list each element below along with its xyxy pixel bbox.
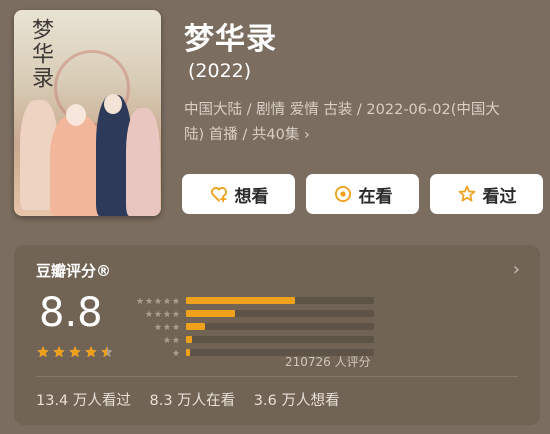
meta-line-2: 陆) 首播 / 共40集 › xyxy=(184,123,540,148)
rating-count: 210726 人评分 xyxy=(285,355,371,369)
meta-line-2-text: 陆) 首播 / 共40集 xyxy=(184,127,300,143)
rating-bar-fill xyxy=(186,336,192,343)
star-icon xyxy=(85,346,97,358)
rating-bar-fill xyxy=(186,323,205,330)
rating-bar-track xyxy=(186,323,374,330)
page-title: 梦华录 xyxy=(184,22,277,57)
watched-label: 看过 xyxy=(482,186,517,207)
rating-bar-track xyxy=(186,297,374,304)
watching-button[interactable]: 在看 xyxy=(306,174,419,214)
mini-star-icon xyxy=(154,297,162,304)
chevron-right-icon[interactable]: › xyxy=(513,259,520,280)
target-icon xyxy=(334,186,351,202)
star-outline-icon xyxy=(458,185,475,202)
mini-stars xyxy=(128,297,180,305)
mini-star-icon xyxy=(163,323,171,330)
star-icon xyxy=(37,346,49,358)
mini-star-icon xyxy=(163,336,171,343)
poster-image[interactable]: 梦华录 xyxy=(14,10,161,216)
mini-star-icon xyxy=(145,297,153,304)
mini-star-icon xyxy=(163,297,171,304)
release-year: (2022) xyxy=(188,60,252,82)
divider xyxy=(36,376,518,377)
star-icon xyxy=(101,346,113,358)
rating-row-4-star xyxy=(128,307,374,320)
mini-star-icon xyxy=(172,323,180,330)
mini-star-icon xyxy=(145,310,153,317)
poster-figure-2 xyxy=(50,115,102,216)
mini-star-icon xyxy=(172,336,180,343)
mini-stars xyxy=(128,323,180,331)
mini-stars xyxy=(128,349,180,357)
mini-star-icon xyxy=(172,349,180,356)
rating-distribution xyxy=(128,294,374,359)
star-icon xyxy=(53,346,65,358)
mini-star-icon xyxy=(154,310,162,317)
want-to-watch-label: 想看 xyxy=(234,186,269,207)
mini-star-icon xyxy=(172,297,180,304)
rating-bar-track xyxy=(186,310,374,317)
poster-face-1 xyxy=(66,104,86,126)
want-to-watch-button[interactable]: 想看 xyxy=(182,174,295,214)
chevron-right-icon: › xyxy=(303,127,310,143)
watch-stats: 13.4 万人看过 8.3 万人在看 3.6 万人想看 xyxy=(36,389,353,410)
watching-count: 8.3 万人在看 xyxy=(149,393,236,409)
watched-button[interactable]: 看过 xyxy=(430,174,543,214)
poster-figure-4 xyxy=(126,108,160,216)
watching-label: 在看 xyxy=(358,186,393,207)
star-icon xyxy=(69,346,81,358)
meta-line-1: 中国大陆 / 剧情 爱情 古装 / 2022-06-02(中国大 xyxy=(184,102,500,118)
rating-score: 8.8 xyxy=(39,290,103,336)
mini-stars xyxy=(128,310,180,318)
poster-face-2 xyxy=(104,94,122,114)
rating-row-2-star xyxy=(128,333,374,346)
mini-star-icon xyxy=(172,310,180,317)
rating-row-5-star xyxy=(128,294,374,307)
poster-calligraphy: 梦华录 xyxy=(28,18,53,90)
rating-bar-fill xyxy=(186,349,190,356)
rating-bar-track xyxy=(186,336,374,343)
rating-card[interactable]: 豆瓣评分® › 8.8 210726 人评分 13.4 万人看过 8.3 万人在… xyxy=(14,245,540,425)
mini-stars xyxy=(128,336,180,344)
want-count: 3.6 万人想看 xyxy=(253,393,340,409)
show-meta[interactable]: 中国大陆 / 剧情 爱情 古装 / 2022-06-02(中国大 陆) 首播 /… xyxy=(184,98,540,148)
mini-star-icon xyxy=(154,323,162,330)
watched-count: 13.4 万人看过 xyxy=(36,393,131,409)
mini-star-icon xyxy=(163,310,171,317)
rating-stars xyxy=(36,345,114,359)
mini-star-icon xyxy=(136,297,144,304)
rating-card-title: 豆瓣评分® xyxy=(36,262,112,280)
rating-bar-fill xyxy=(186,297,296,304)
rating-bar-fill xyxy=(186,310,235,317)
heart-plus-icon xyxy=(210,187,227,203)
rating-row-3-star xyxy=(128,320,374,333)
